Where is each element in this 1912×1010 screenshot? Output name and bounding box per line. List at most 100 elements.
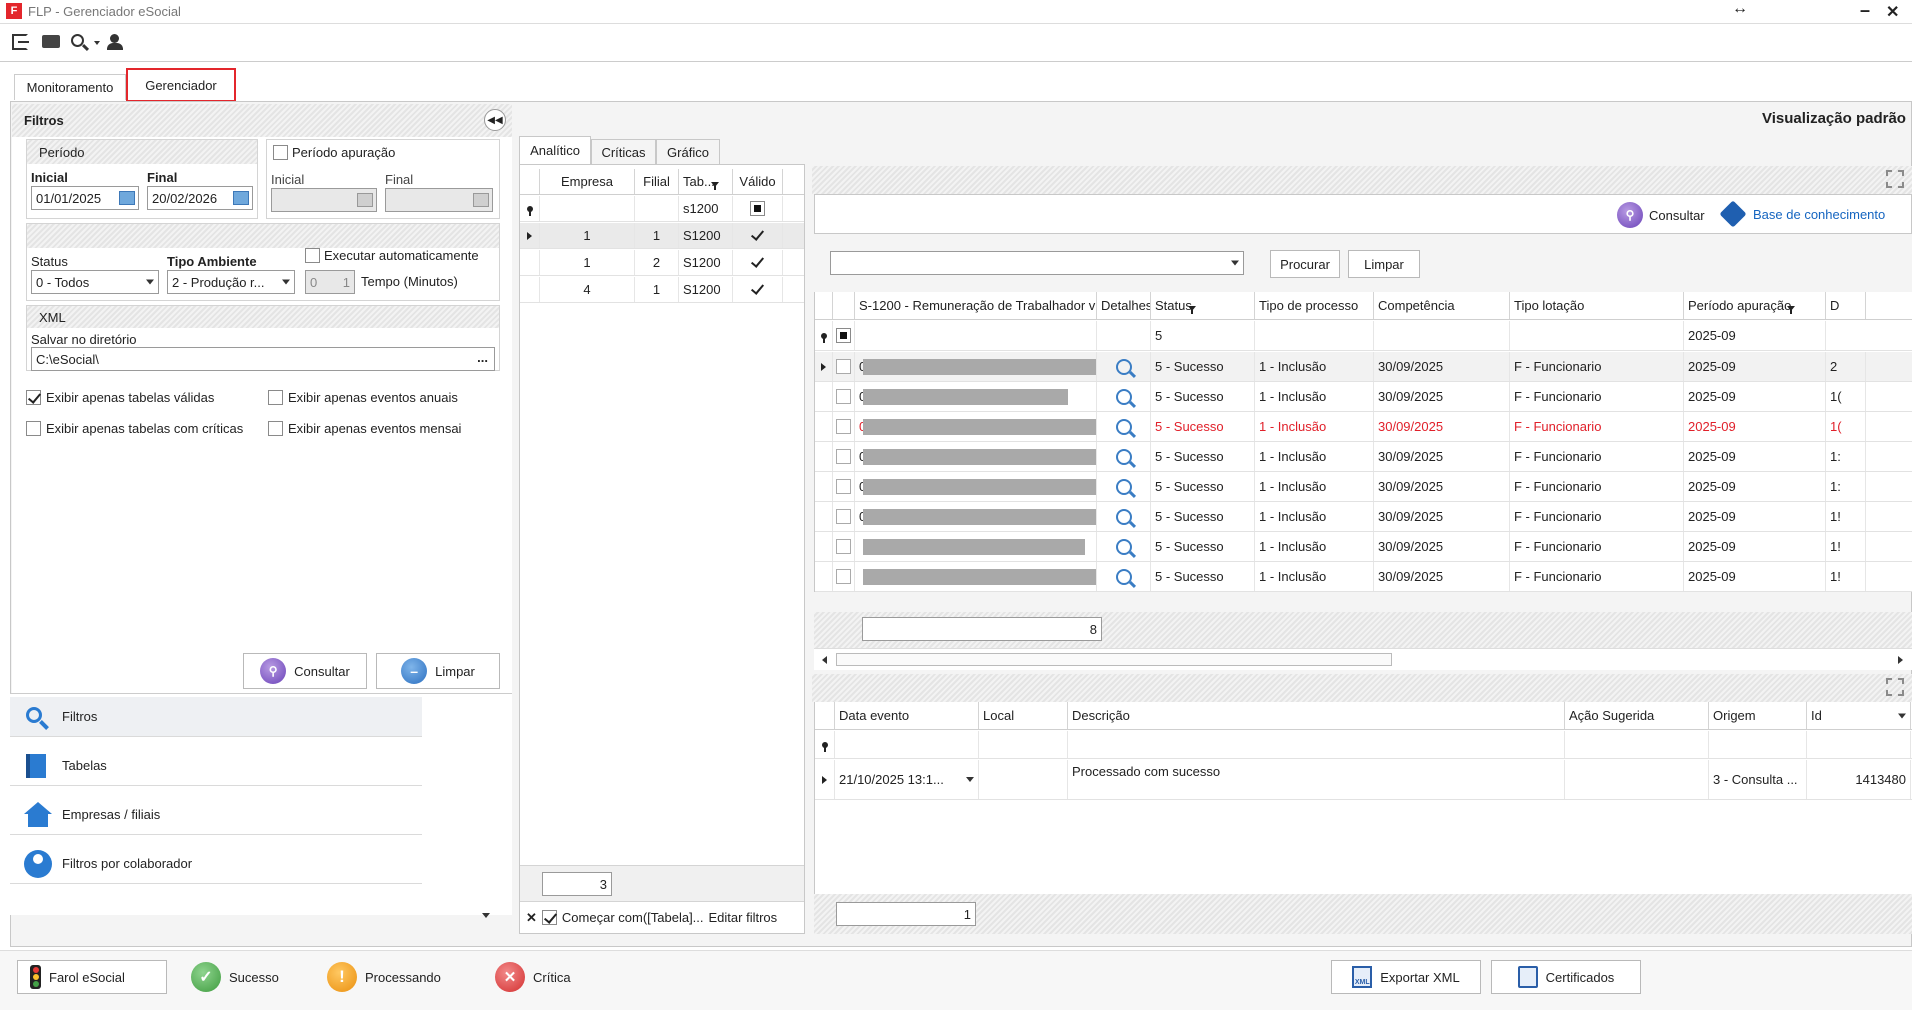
log-data-cell[interactable]: 21/10/2025 13:1... bbox=[835, 760, 979, 799]
apuracao-final-input[interactable] bbox=[385, 188, 493, 212]
executar-checkbox[interactable] bbox=[305, 248, 320, 263]
details-search-icon[interactable] bbox=[1115, 418, 1136, 438]
calendar-icon[interactable] bbox=[119, 191, 135, 205]
table-row[interactable]: 0 5 - Sucesso 1 - Inclusão 30/09/2025 F - Fu… bbox=[815, 472, 1912, 502]
details-search-icon[interactable] bbox=[1115, 508, 1136, 528]
base-conhecimento-link[interactable]: Base de conhecimento bbox=[1719, 200, 1885, 228]
scroll-thumb[interactable] bbox=[836, 653, 1392, 666]
row-checkbox[interactable] bbox=[836, 509, 851, 524]
browse-button[interactable]: ... bbox=[477, 350, 488, 365]
table-row[interactable]: 5 - Sucesso 1 - Inclusão 30/09/2025 F - Fun… bbox=[815, 532, 1912, 562]
consultar-action[interactable]: ⚲ Consultar bbox=[1617, 202, 1705, 228]
col-competencia-header[interactable]: Competência bbox=[1374, 292, 1510, 319]
col-valido-header[interactable]: Válido bbox=[733, 169, 783, 194]
filter-filial-cell[interactable] bbox=[635, 196, 679, 221]
date-inicial-input[interactable]: 01/01/2025 bbox=[31, 186, 139, 210]
col-acao-header[interactable]: Ação Sugerida bbox=[1565, 702, 1709, 729]
valido-cell[interactable] bbox=[733, 277, 783, 302]
filter-valido-cell[interactable] bbox=[733, 196, 783, 221]
select-cell[interactable] bbox=[833, 532, 855, 561]
filter-tipo-cell[interactable] bbox=[1255, 321, 1374, 350]
close-button[interactable]: ✕ bbox=[1886, 2, 1899, 22]
filter-data-cell[interactable] bbox=[835, 731, 979, 758]
valido-checkbox[interactable] bbox=[750, 282, 765, 297]
col-descricao-header[interactable]: Descrição bbox=[1068, 702, 1565, 729]
select-cell[interactable] bbox=[833, 382, 855, 411]
option-eventos-anuais[interactable]: Exibir apenas eventos anuais bbox=[268, 390, 458, 405]
tipo-ambiente-select[interactable]: 2 - Produção r... bbox=[167, 270, 295, 294]
col-detalhes-header[interactable]: Detalhes bbox=[1097, 292, 1151, 319]
filter-icon[interactable] bbox=[710, 181, 719, 190]
filter-icon[interactable] bbox=[1787, 305, 1796, 314]
detalhes-cell[interactable] bbox=[1097, 562, 1151, 591]
filter-detalhes-cell[interactable] bbox=[1097, 321, 1151, 350]
valido-cell[interactable] bbox=[733, 223, 783, 248]
option-eventos-mensais[interactable]: Exibir apenas eventos mensai bbox=[268, 421, 461, 436]
tab-grafico[interactable]: Gráfico bbox=[656, 139, 720, 164]
date-final-input[interactable]: 20/02/2026 bbox=[147, 186, 253, 210]
details-search-icon[interactable] bbox=[1115, 538, 1136, 558]
tab-monitoramento[interactable]: Monitoramento bbox=[14, 74, 126, 100]
table-row[interactable]: 4 1 S1200 bbox=[520, 277, 804, 303]
message-icon[interactable] bbox=[42, 35, 60, 48]
valido-filter-checkbox[interactable] bbox=[750, 201, 765, 216]
table-row[interactable]: 0 5 - Sucesso 1 - Inclusão 30/09/2025 F - Fu… bbox=[815, 412, 1912, 442]
valido-checkbox[interactable] bbox=[750, 255, 765, 270]
table-row[interactable]: 5 - Sucesso 1 - Inclusão 30/09/2025 F - Fun… bbox=[815, 562, 1912, 592]
details-search-icon[interactable] bbox=[1115, 388, 1136, 408]
col-lotacao-header[interactable]: Tipo lotação bbox=[1510, 292, 1684, 319]
col-status-header[interactable]: Status bbox=[1151, 292, 1255, 319]
select-cell[interactable] bbox=[833, 562, 855, 591]
tab-analitico[interactable]: Analítico bbox=[519, 136, 591, 164]
filter-competencia-cell[interactable] bbox=[1374, 321, 1510, 350]
col-tipo-header[interactable]: Tipo de processo bbox=[1255, 292, 1374, 319]
scroll-right-icon[interactable] bbox=[1898, 656, 1903, 664]
tab-gerenciador[interactable]: Gerenciador bbox=[126, 68, 236, 102]
col-id-header[interactable]: Id bbox=[1807, 702, 1911, 729]
select-cell[interactable] bbox=[833, 472, 855, 501]
detalhes-cell[interactable] bbox=[1097, 352, 1151, 381]
nav-colaborador[interactable]: Filtros por colaborador bbox=[10, 844, 422, 884]
filter-lotacao-cell[interactable] bbox=[1510, 321, 1684, 350]
option-tabelas-criticas[interactable]: Exibir apenas tabelas com críticas bbox=[26, 421, 243, 436]
col-d-header[interactable]: D bbox=[1826, 292, 1866, 319]
scroll-left-icon[interactable] bbox=[822, 656, 827, 664]
detalhes-cell[interactable] bbox=[1097, 442, 1151, 471]
filter-active-checkbox[interactable] bbox=[541, 910, 557, 925]
filter-evento-cell[interactable] bbox=[855, 321, 1097, 350]
certificados-button[interactable]: Certificados bbox=[1491, 960, 1641, 994]
filter-tab-cell[interactable]: s1200 bbox=[679, 196, 733, 221]
option-tabelas-validas[interactable]: Exibir apenas tabelas válidas bbox=[26, 390, 214, 405]
diretorio-input[interactable]: C:\eSocial\ ... bbox=[31, 347, 495, 371]
tabelas-criticas-checkbox[interactable] bbox=[26, 421, 41, 436]
filter-id-cell[interactable] bbox=[1807, 731, 1911, 758]
filter-empresa-cell[interactable] bbox=[540, 196, 635, 221]
periodo-apuracao-toggle[interactable]: Período apuração bbox=[273, 145, 395, 160]
executar-toggle[interactable]: Executar automaticamente bbox=[305, 248, 479, 263]
filter-periodo-cell[interactable]: 2025-09 bbox=[1684, 321, 1826, 350]
row-checkbox[interactable] bbox=[836, 359, 851, 374]
filter-local-cell[interactable] bbox=[979, 731, 1068, 758]
tabelas-validas-checkbox[interactable] bbox=[26, 390, 41, 405]
col-tab-header[interactable]: Tab... bbox=[679, 169, 733, 194]
valido-cell[interactable] bbox=[733, 250, 783, 275]
table-row[interactable]: 1 2 S1200 bbox=[520, 250, 804, 276]
clear-filter-icon[interactable]: ✕ bbox=[526, 910, 537, 926]
table-row[interactable]: 0 5 - Sucesso 1 - Inclusão 30/09/2025 F - Fu… bbox=[815, 352, 1912, 382]
row-checkbox[interactable] bbox=[836, 479, 851, 494]
procurar-button[interactable]: Procurar bbox=[1270, 250, 1340, 278]
nav-more-chevron-icon[interactable] bbox=[482, 913, 490, 918]
horizontal-scrollbar[interactable] bbox=[814, 648, 1912, 670]
row-checkbox[interactable] bbox=[836, 539, 851, 554]
table-row[interactable]: 0 5 - Sucesso 1 - Inclusão 30/09/2025 F - Fu… bbox=[815, 382, 1912, 412]
detalhes-cell[interactable] bbox=[1097, 502, 1151, 531]
select-cell[interactable] bbox=[833, 502, 855, 531]
col-empresa-header[interactable]: Empresa bbox=[540, 169, 635, 194]
expand-icon[interactable] bbox=[1886, 170, 1904, 188]
filter-descricao-cell[interactable] bbox=[1068, 731, 1565, 758]
nav-empresas[interactable]: Empresas / filiais bbox=[10, 795, 422, 835]
col-origem-header[interactable]: Origem bbox=[1709, 702, 1807, 729]
select-all-checkbox[interactable] bbox=[836, 328, 851, 343]
minimize-button[interactable]: – bbox=[1860, 0, 1870, 21]
select-cell[interactable] bbox=[833, 442, 855, 471]
